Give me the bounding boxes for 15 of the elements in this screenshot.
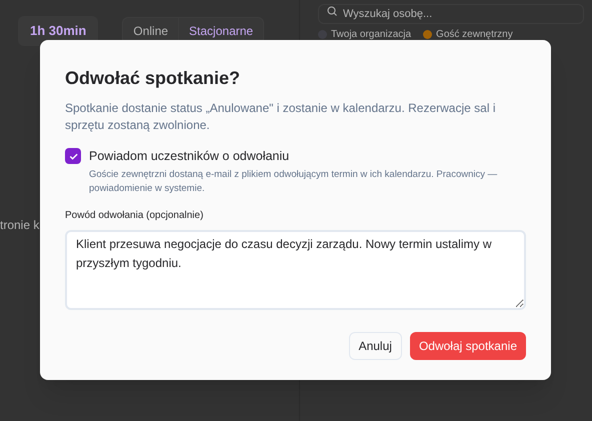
dismiss-button[interactable]: Anuluj	[348, 332, 402, 360]
search-icon	[326, 5, 338, 17]
dialog-title: Odwołać spotkanie?	[65, 67, 242, 90]
notify-hint: Goście zewnętrzni dostaną e-mail z plikiem odwołującym termin w ich kalendarzu. Pracownicy — powiadomienie w systemie.	[89, 168, 498, 196]
notify-label: Powiadom uczestników o odwołaniu	[89, 148, 290, 164]
legend-label: Twoja organizacja	[331, 28, 412, 42]
search-field[interactable]: Wyszukaj osobę...	[318, 4, 584, 24]
reason-label: Powód odwołania (opcjonalnie)	[65, 209, 204, 223]
notify-checkbox[interactable]	[65, 148, 81, 164]
text-fragment: tronie k	[0, 218, 40, 232]
legend-label: Gość zewnętrzny	[436, 28, 513, 42]
reason-field[interactable]: Klient przesuwa negocjacje do czasu decyzji zarządu. Nowy termin ustalimy w przyszłym tygodniu.	[65, 230, 526, 310]
mode-tab[interactable]: Online	[123, 18, 178, 44]
confirm-cancel-button[interactable]: Odwołaj spotkanie	[410, 332, 526, 360]
dialog-description: Spotkanie dostanie status „Anulowane" i zostanie w kalendarzu. Rezerwacje sal i sprzętu zostaną zwolnione.	[65, 100, 496, 134]
